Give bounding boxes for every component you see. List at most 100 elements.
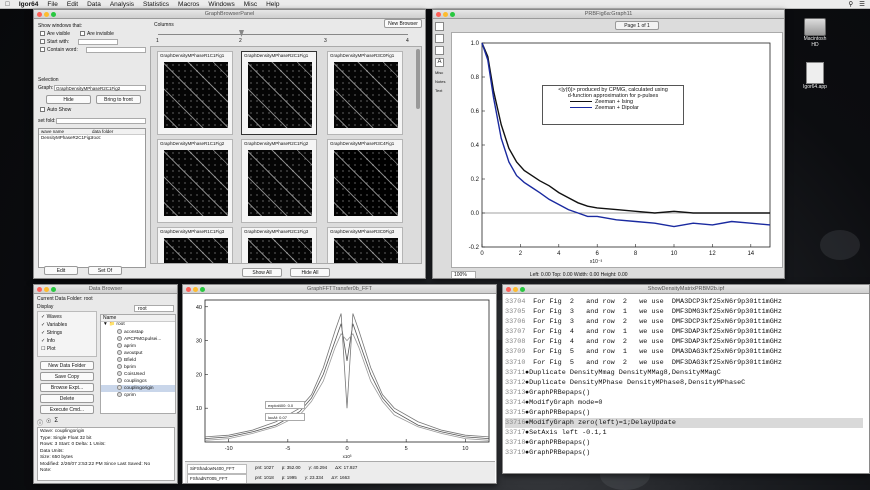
browse-expt-button[interactable]: Browse Expt... bbox=[40, 383, 94, 392]
new-browser-button[interactable]: New Browser bbox=[384, 19, 422, 28]
code-line[interactable]: 33714●ModifyGraph mode=0 bbox=[505, 398, 863, 408]
contain-word-field[interactable] bbox=[86, 47, 146, 53]
graph-thumbnail[interactable]: GraphDensityMPhaseR3C0Fig3 bbox=[327, 227, 403, 263]
name-header[interactable]: Name bbox=[101, 315, 175, 322]
misc-tool[interactable]: Misc bbox=[435, 70, 447, 75]
code-line[interactable]: 33706 For Fig 3 and row 2 we use DMF3DCP… bbox=[505, 317, 863, 327]
visible-option[interactable]: Are visible bbox=[40, 31, 70, 37]
explot-box[interactable]: explot400: 0.0 bbox=[265, 401, 305, 409]
graph-thumbnail[interactable]: GraphDensityMPhaseR1C1Fig3 bbox=[157, 227, 233, 263]
menu-macros[interactable]: Macros bbox=[178, 1, 199, 8]
variables-checkbox[interactable]: ✓ Variables bbox=[41, 321, 93, 329]
new-data-folder-button[interactable]: New Data Folder bbox=[40, 361, 94, 370]
strings-checkbox[interactable]: ✓ Strings bbox=[41, 329, 93, 337]
graph-thumbnail[interactable]: GraphDensityMPhaseR3C4Fig1 bbox=[327, 139, 403, 223]
delete-button[interactable]: Delete bbox=[40, 394, 94, 403]
zoom-icon[interactable] bbox=[51, 287, 56, 292]
code-line[interactable]: 33705 For Fig 3 and row 1 we use DMF3DMG… bbox=[505, 307, 863, 317]
desktop-app[interactable]: Igor64.app bbox=[800, 62, 830, 90]
code-line[interactable]: 33717●SetAxis left -0.1,1 bbox=[505, 428, 863, 438]
code-line[interactable]: 33710 For Fig 5 and row 2 we use DMF3DAG… bbox=[505, 358, 863, 368]
desktop-hd[interactable]: Macintosh HD bbox=[800, 18, 830, 48]
minimize-icon[interactable] bbox=[443, 12, 448, 17]
waves-checkbox[interactable]: ✓ Waves bbox=[41, 313, 93, 321]
zoom-tool-icon[interactable] bbox=[435, 34, 444, 43]
contain-word-option[interactable]: Contain word: bbox=[40, 47, 78, 53]
execute-cmd-button[interactable]: Execute Cmd... bbox=[40, 405, 94, 414]
menu-app[interactable]: Igor64 bbox=[19, 1, 39, 8]
plot-checkbox[interactable]: ☐ Plot bbox=[41, 345, 93, 353]
locaf-box[interactable]: locAf: 0.07 bbox=[265, 413, 305, 421]
list-item[interactable]: avoutput bbox=[101, 350, 175, 357]
show-all-button[interactable]: Show All bbox=[242, 268, 282, 277]
auto-show-option[interactable]: Auto Show bbox=[40, 107, 71, 113]
list-item-selected[interactable]: couplingorigin bbox=[101, 385, 175, 392]
code-line[interactable]: 33715●GraphPRBepaps() bbox=[505, 408, 863, 418]
apple-icon[interactable]:  bbox=[5, 1, 10, 8]
zoom-level[interactable]: 100% bbox=[451, 270, 476, 278]
main-chart[interactable]: 0 2 4 6 8 10 12 14 1.0 0.8 0.6 0.4 0.2 0.0 -0.2 x10⁻³ bbox=[452, 33, 784, 269]
hide-button[interactable]: Hide bbox=[46, 95, 91, 104]
menu-statistics[interactable]: Statistics bbox=[143, 1, 169, 8]
graph-thumbnail[interactable]: GraphDensityMPhaseR2C1Fig3 bbox=[241, 227, 317, 263]
graph-name-field[interactable]: GraphDensityMPhaseR2C1Fig2 bbox=[54, 85, 146, 91]
pointer-tool-icon[interactable] bbox=[435, 22, 444, 31]
menu-edit[interactable]: Edit bbox=[67, 1, 78, 8]
graph-thumbnail[interactable]: GraphDensityMPhaseR1C1Fig1 bbox=[157, 51, 233, 135]
cursor-a-row[interactable]: SiFShadowN400_FFT pnt: 1027 p: 352.00 y: 40… bbox=[187, 464, 493, 474]
menu-list-icon[interactable]: ☰ bbox=[859, 0, 865, 8]
thumbnail-scrollbar[interactable] bbox=[416, 49, 420, 109]
set-fold-field[interactable] bbox=[56, 118, 146, 124]
start-with-field[interactable] bbox=[78, 39, 118, 45]
list-item[interactable]: CoisUsed bbox=[101, 371, 175, 378]
list-item[interactable]: Bfield bbox=[101, 357, 175, 364]
minimize-icon[interactable] bbox=[513, 287, 518, 292]
close-icon[interactable] bbox=[186, 287, 191, 292]
wave-name-header[interactable]: wave name bbox=[39, 129, 92, 134]
list-item[interactable]: couplingcs bbox=[101, 378, 175, 385]
cursor-b-row[interactable]: FShadNT005_FFT pnt: 1018 p: 1995 y: 23.334 Δ… bbox=[187, 474, 493, 483]
close-icon[interactable] bbox=[37, 12, 42, 17]
spotlight-icon[interactable]: ⚲ bbox=[848, 0, 853, 8]
data-folder-header[interactable]: data folder bbox=[92, 129, 145, 134]
list-item[interactable]: DensityMPhaseR2C1Fig2 root: bbox=[39, 135, 145, 140]
list-item[interactable]: aconstap bbox=[101, 329, 175, 336]
pin-icon[interactable]: ☉ bbox=[46, 418, 51, 427]
save-copy-button[interactable]: Save Copy bbox=[40, 372, 94, 381]
menu-analysis[interactable]: Analysis bbox=[110, 1, 134, 8]
menu-misc[interactable]: Misc bbox=[244, 1, 257, 8]
sigma-icon[interactable]: Σ bbox=[54, 418, 58, 427]
columns-slider[interactable] bbox=[158, 34, 408, 35]
data-tree[interactable]: Name ▼ 📁 root aconstap APCPMGpulsei... a… bbox=[100, 314, 176, 414]
start-with-option[interactable]: Start with: bbox=[40, 39, 69, 45]
list-item[interactable]: aprim bbox=[101, 343, 175, 350]
list-item[interactable]: bprim bbox=[101, 364, 175, 371]
code-line[interactable]: 33711●Duplicate DensityMmag DensityMMag8… bbox=[505, 368, 863, 378]
minimize-icon[interactable] bbox=[193, 287, 198, 292]
tree-root[interactable]: ▼ 📁 root bbox=[101, 322, 175, 329]
folder-select[interactable]: root bbox=[134, 305, 174, 312]
fft-chart[interactable]: -10 -5 0 5 10 40 30 20 10 x10³ bbox=[183, 294, 497, 462]
wave-list[interactable]: wave name data folder DensityMPhaseR2C1F… bbox=[38, 128, 146, 268]
draw-tool-icon[interactable] bbox=[435, 46, 444, 55]
text-tool-icon[interactable]: A bbox=[435, 58, 444, 67]
code-line[interactable]: 33713●GraphPRBepaps() bbox=[505, 388, 863, 398]
graph-thumbnail[interactable]: GraphDensityMPhaseR3C0Fig1 bbox=[327, 51, 403, 135]
text-tool[interactable]: Text bbox=[435, 88, 447, 93]
zoom-icon[interactable] bbox=[450, 12, 455, 17]
code-line[interactable]: 33708 For Fig 4 and row 2 we use DMF3DAP… bbox=[505, 337, 863, 347]
menu-windows[interactable]: Windows bbox=[208, 1, 234, 8]
graph-thumbnail[interactable]: GraphDensityMPhaseR2C1Fig2 bbox=[241, 139, 317, 223]
menu-file[interactable]: File bbox=[47, 1, 57, 8]
zoom-icon[interactable] bbox=[520, 287, 525, 292]
close-icon[interactable] bbox=[506, 287, 511, 292]
notes-tool[interactable]: Notes bbox=[435, 79, 447, 84]
edit-button[interactable]: Edit bbox=[44, 266, 78, 275]
graph-thumbnail[interactable]: GraphDensityMPhaseR1C1Fig2 bbox=[157, 139, 233, 223]
graph-page[interactable]: 0 2 4 6 8 10 12 14 1.0 0.8 0.6 0.4 0.2 0.0 -0.2 x10⁻³ <… bbox=[451, 32, 783, 268]
list-item[interactable]: cprim bbox=[101, 392, 175, 399]
close-icon[interactable] bbox=[436, 12, 441, 17]
menu-data[interactable]: Data bbox=[87, 1, 101, 8]
minimize-icon[interactable] bbox=[44, 12, 49, 17]
hide-all-button[interactable]: Hide All bbox=[290, 268, 330, 277]
